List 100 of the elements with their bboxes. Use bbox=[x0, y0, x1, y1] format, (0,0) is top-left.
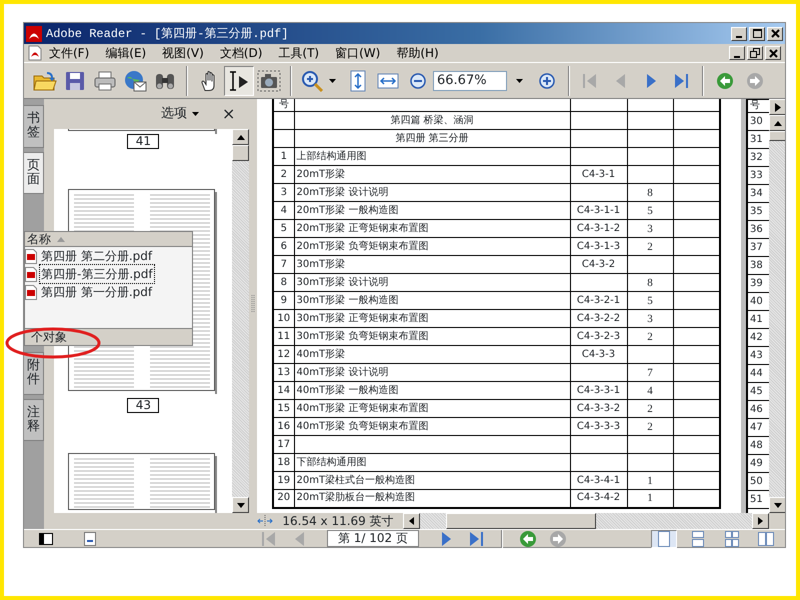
table-cell: 20mT形梁 一般构造图 bbox=[294, 202, 570, 220]
table-cell: 20mT梁柱式台一般构造图 bbox=[294, 472, 570, 490]
scroll-down-button[interactable] bbox=[232, 497, 250, 513]
maximize-icon bbox=[752, 28, 762, 40]
table-cell: C4-3-2-2 bbox=[570, 310, 627, 328]
close-button[interactable] bbox=[767, 26, 783, 41]
window-title: Adobe Reader - [第四册-第三分册.pdf] bbox=[46, 26, 288, 43]
caret-icon[interactable] bbox=[515, 78, 524, 84]
split-view-icon[interactable] bbox=[257, 514, 273, 528]
table-cell: 15 bbox=[273, 400, 294, 418]
menu-item[interactable]: 文件(F) bbox=[42, 44, 98, 62]
table-cell: 30mT形梁 设计说明 bbox=[294, 274, 570, 292]
menu-item[interactable]: 帮助(H) bbox=[389, 44, 448, 62]
table-cell: C4-3-3-1 bbox=[570, 382, 627, 400]
file-name[interactable]: 第四册 第一分册.pdf bbox=[39, 282, 154, 302]
menu-item[interactable]: 视图(V) bbox=[155, 44, 213, 62]
table-cell: 8 bbox=[627, 274, 673, 292]
fit-page-icon bbox=[349, 70, 367, 92]
scroll-up-button[interactable] bbox=[769, 115, 785, 131]
right-arrow-icon bbox=[758, 517, 763, 525]
splitter-grip-icon[interactable] bbox=[251, 294, 256, 314]
table-cell: C4-3-3-2 bbox=[570, 400, 627, 418]
select-tool-button[interactable] bbox=[224, 66, 254, 96]
caret-icon[interactable] bbox=[328, 78, 337, 84]
file-name[interactable]: 第四册-第三分册.pdf bbox=[39, 264, 155, 284]
maximize-button[interactable] bbox=[749, 26, 765, 41]
globe-envelope-icon bbox=[123, 70, 147, 92]
file-name[interactable]: 第四册 第二分册.pdf bbox=[39, 246, 154, 266]
side-tab[interactable]: 书签 bbox=[24, 105, 44, 148]
minimize-button[interactable] bbox=[731, 26, 747, 41]
caret-icon bbox=[191, 111, 200, 117]
table-cell: 14 bbox=[273, 382, 294, 400]
table-cell: 2 bbox=[627, 400, 673, 418]
page-thumbnail[interactable] bbox=[68, 453, 218, 513]
minimize-button[interactable] bbox=[729, 46, 745, 60]
column-header: 号 bbox=[273, 99, 294, 112]
table-cell: 19 bbox=[273, 472, 294, 490]
column-header[interactable]: 名称 bbox=[27, 232, 51, 246]
table-cell: 40mT形梁 设计说明 bbox=[294, 364, 570, 382]
table-cell: C4-3-2-1 bbox=[570, 292, 627, 310]
page-number-field[interactable]: 第 1/ 102 页 bbox=[327, 530, 419, 547]
menu-item[interactable]: 工具(T) bbox=[271, 44, 328, 62]
minimize-icon bbox=[736, 36, 742, 38]
scroll-down-button[interactable] bbox=[769, 497, 785, 513]
options-button[interactable]: 选项 bbox=[161, 104, 200, 124]
facing-pages-icon bbox=[757, 530, 775, 548]
side-tab[interactable]: 附件 bbox=[24, 352, 44, 395]
table-cell: 20mT形梁 正弯矩钢束布置图 bbox=[294, 220, 570, 238]
table-cell: C4-3-1-2 bbox=[570, 220, 627, 238]
table-cell: 30mT形梁 正弯矩钢束布置图 bbox=[294, 310, 570, 328]
scroll-up-button[interactable] bbox=[232, 129, 250, 145]
menu-item[interactable]: 文档(D) bbox=[212, 44, 272, 62]
table-cell: 20mT形梁 负弯矩钢束布置图 bbox=[294, 238, 570, 256]
up-arrow-icon bbox=[236, 134, 245, 140]
scroll-left-button[interactable] bbox=[403, 513, 420, 529]
table-cell: 10 bbox=[273, 310, 294, 328]
collapse-pane-button[interactable] bbox=[769, 99, 785, 115]
table-cell: C4-3-1-1 bbox=[570, 202, 627, 220]
zoom-field[interactable]: 66.67% bbox=[433, 70, 507, 91]
scroll-thumb[interactable] bbox=[769, 131, 785, 141]
panel-icon bbox=[39, 532, 53, 544]
back-button[interactable] bbox=[517, 530, 539, 548]
table-cell: 4 bbox=[273, 202, 294, 220]
minimize-icon bbox=[734, 56, 740, 58]
table-cell: C4-3-3 bbox=[570, 346, 627, 364]
minus-circle-icon bbox=[410, 72, 426, 89]
table-cell: 5 bbox=[273, 220, 294, 238]
left-arrow-icon bbox=[409, 517, 414, 525]
plus-circle-icon bbox=[539, 72, 555, 89]
table-cell: 3 bbox=[273, 184, 294, 202]
camera-icon bbox=[257, 70, 281, 92]
scroll-thumb[interactable] bbox=[446, 513, 596, 529]
table-cell: 5 bbox=[627, 202, 673, 220]
restore-icon bbox=[750, 48, 760, 59]
table-cell: 40mT形梁 负弯矩钢束布置图 bbox=[294, 418, 570, 436]
table-cell: C4-3-3-3 bbox=[570, 418, 627, 436]
side-tab[interactable]: 注释 bbox=[24, 398, 44, 442]
close-button[interactable] bbox=[765, 46, 781, 60]
table-cell: 30mT形梁 bbox=[294, 256, 570, 274]
side-tab[interactable]: 页面 bbox=[24, 152, 44, 194]
hand-icon bbox=[201, 70, 217, 91]
folder-icon bbox=[33, 70, 57, 92]
restore-button[interactable] bbox=[747, 46, 763, 60]
table-cell: 18 bbox=[273, 454, 294, 472]
object-count-label: 个对象 bbox=[25, 328, 192, 345]
magnifier-plus-icon bbox=[301, 70, 325, 92]
table-cell: 20mT梁肋板台一般构造图 bbox=[294, 490, 570, 508]
close-button[interactable]: × bbox=[222, 102, 236, 126]
single-page-button[interactable] bbox=[651, 530, 677, 548]
table-cell: 16 bbox=[273, 418, 294, 436]
table-cell: C4-3-2 bbox=[570, 256, 627, 274]
up-arrow-icon bbox=[774, 120, 782, 126]
menu-item[interactable]: 窗口(W) bbox=[328, 44, 390, 62]
page-size-label: 16.54 x 11.69 英寸 bbox=[281, 513, 395, 530]
down-arrow-icon bbox=[236, 502, 245, 508]
table-cell: 40mT形梁 bbox=[294, 346, 570, 364]
scroll-thumb[interactable] bbox=[232, 145, 250, 161]
scroll-right-button[interactable] bbox=[752, 513, 769, 529]
table-cell: 17 bbox=[273, 436, 294, 454]
menu-item[interactable]: 编辑(E) bbox=[98, 44, 156, 62]
